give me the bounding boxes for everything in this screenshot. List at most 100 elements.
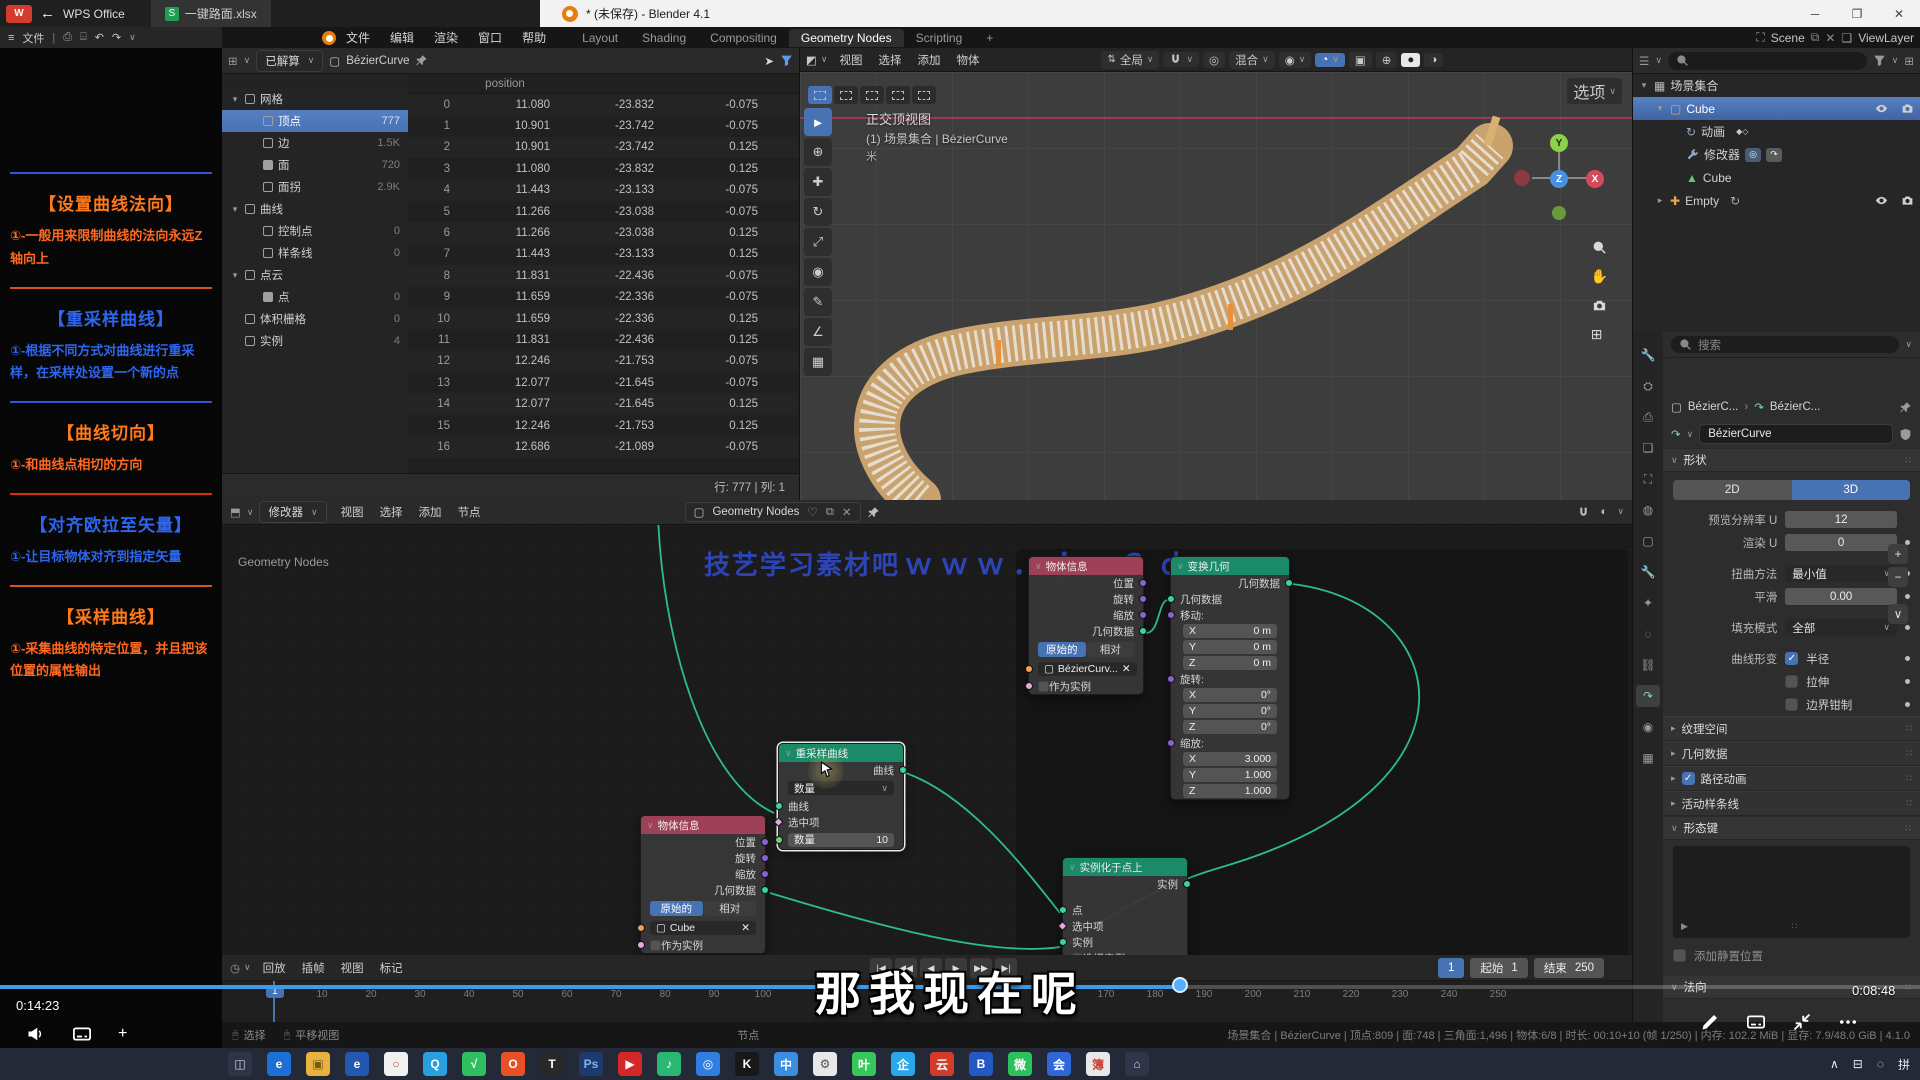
value-field[interactable]: Y0° bbox=[1183, 704, 1277, 718]
taskbar-app-video-app[interactable]: ▶ bbox=[618, 1052, 642, 1076]
node-checkbox[interactable] bbox=[650, 940, 661, 951]
properties-tab-view-layer[interactable]: ❏ bbox=[1636, 437, 1660, 459]
socket-geo[interactable] bbox=[1285, 579, 1293, 587]
relative-button[interactable]: 相对 bbox=[1087, 642, 1135, 657]
add-icon[interactable]: + bbox=[118, 1025, 127, 1043]
properties-tab-particles[interactable]: ✦ bbox=[1636, 592, 1660, 614]
camera-view-icon[interactable] bbox=[1591, 298, 1608, 313]
properties-tab-material[interactable]: ◉ bbox=[1636, 716, 1660, 738]
socket-bool[interactable] bbox=[637, 941, 645, 949]
property-checkbox[interactable]: ✓ bbox=[1785, 652, 1798, 665]
edit-icon[interactable] bbox=[1700, 1012, 1720, 1032]
shapekeys-panel-header[interactable]: ∨形态键∷ bbox=[1663, 816, 1920, 840]
outliner-row-cube[interactable]: ▲Cube bbox=[1633, 166, 1920, 189]
node-header[interactable]: ∨实例化于点上 bbox=[1063, 858, 1187, 876]
shapekeys-list[interactable]: ▶ ∷ bbox=[1673, 846, 1910, 938]
tool-transform[interactable]: ◉ bbox=[804, 258, 832, 286]
taskbar-app-browser-2[interactable]: ○ bbox=[384, 1052, 408, 1076]
tool-scale[interactable]: ⤢ bbox=[804, 228, 832, 256]
taskbar-app-netease-music[interactable]: 云 bbox=[930, 1052, 954, 1076]
relative-button[interactable]: 相对 bbox=[704, 901, 757, 916]
value-field[interactable]: Z0° bbox=[1183, 720, 1277, 734]
cc-icon[interactable] bbox=[1746, 1012, 1766, 1032]
number-field[interactable]: 数量10 bbox=[788, 833, 894, 847]
domain-row-边[interactable]: 边1.5K bbox=[222, 132, 408, 154]
menu-item[interactable]: 视图 bbox=[333, 507, 372, 519]
taskbar-app-t-app[interactable]: T bbox=[540, 1052, 564, 1076]
taskbar-app-k-app[interactable]: K bbox=[735, 1052, 759, 1076]
domain-row-样条线[interactable]: 样条线0 bbox=[222, 242, 408, 264]
property-value-field[interactable]: 0.00 bbox=[1785, 588, 1897, 605]
taskbar-app-music-app[interactable]: ♪ bbox=[657, 1052, 681, 1076]
domain-row-体积栅格[interactable]: 体积栅格0 bbox=[222, 308, 408, 330]
frame-end-field[interactable]: 结束250 bbox=[1534, 958, 1604, 978]
property-dropdown[interactable]: 最小值∨ bbox=[1785, 565, 1897, 582]
scene-name[interactable]: Scene bbox=[1771, 31, 1805, 45]
taskbar-app-edge[interactable]: e bbox=[267, 1052, 291, 1076]
taskbar-app-office-app[interactable]: O bbox=[501, 1052, 525, 1076]
filter-funnel-icon[interactable] bbox=[780, 54, 793, 67]
gizmo-y-axis[interactable]: Y bbox=[1550, 134, 1568, 152]
menu-item[interactable]: 窗口 bbox=[468, 31, 512, 45]
navigation-gizmo[interactable]: Y Z X bbox=[1514, 134, 1604, 224]
maximize-button[interactable]: ❐ bbox=[1836, 0, 1878, 27]
table-row[interactable]: 511.266-23.038-0.075 bbox=[408, 201, 799, 222]
socket-geo[interactable] bbox=[761, 886, 769, 894]
eye-icon[interactable] bbox=[1875, 102, 1888, 115]
table-row[interactable]: 411.443-23.133-0.075 bbox=[408, 180, 799, 201]
gizmo-x-negative[interactable] bbox=[1514, 170, 1530, 186]
socket-obj[interactable] bbox=[1025, 665, 1033, 673]
taskbar-app-qq-browser[interactable]: Q bbox=[423, 1052, 447, 1076]
redo-icon[interactable]: ↷ bbox=[112, 31, 121, 44]
object-field[interactable]: ▢BézierCurv...✕ bbox=[1038, 662, 1137, 676]
table-row[interactable]: 1412.077-21.6450.125 bbox=[408, 393, 799, 414]
workspace-add-button[interactable]: + bbox=[974, 29, 1005, 47]
properties-tab-world[interactable]: ◍ bbox=[1636, 499, 1660, 521]
select-set-button[interactable] bbox=[808, 86, 832, 104]
tool-annotate[interactable]: ✎ bbox=[804, 288, 832, 316]
editor-type-icon[interactable]: ☰ bbox=[1639, 54, 1649, 68]
camera-icon[interactable] bbox=[1901, 102, 1914, 115]
grid-toggle-icon[interactable]: ⊞ bbox=[1591, 326, 1608, 343]
node-dropdown[interactable]: 数量∨ bbox=[788, 781, 894, 795]
socket-obj[interactable] bbox=[637, 924, 645, 932]
table-row[interactable]: 1312.077-21.645-0.075 bbox=[408, 372, 799, 393]
zoom-icon[interactable] bbox=[1591, 240, 1608, 255]
collapse-icon[interactable]: ∨ bbox=[1177, 561, 1184, 572]
node-canvas[interactable]: Geometry Nodes 技艺学习素材吧 ｗｗｗ．ｊｙ３ｄ．ｃｎ ∨物体信息… bbox=[222, 525, 1632, 955]
taskbar-app-photoshop[interactable]: Ps bbox=[579, 1052, 603, 1076]
filter-funnel-icon[interactable] bbox=[1873, 54, 1886, 67]
select-extend-button[interactable] bbox=[834, 86, 858, 104]
editor-type-icon[interactable]: ⊞ bbox=[228, 54, 238, 68]
property-value-field[interactable]: 0 bbox=[1785, 534, 1897, 551]
taskbar-app-settings[interactable]: ⚙ bbox=[813, 1052, 837, 1076]
tool-select-box[interactable]: ► bbox=[804, 108, 832, 136]
pin-icon[interactable] bbox=[415, 54, 428, 67]
vector-component-row[interactable]: X3.000 bbox=[1171, 751, 1289, 767]
socket-geo[interactable] bbox=[1139, 627, 1147, 635]
value-field[interactable]: X0° bbox=[1183, 688, 1277, 702]
node-transform-geometry[interactable]: ∨变换几何几何数据几何数据移动:X0 mY0 mZ0 m旋转:X0°Y0°Z0°… bbox=[1170, 556, 1290, 800]
outliner-row-修改器[interactable]: 修改器◎↷ bbox=[1633, 143, 1920, 166]
chevron-down-icon[interactable]: ∨ bbox=[129, 32, 136, 43]
clear-icon[interactable]: ✕ bbox=[1122, 663, 1131, 675]
shading-material[interactable]: ◑ bbox=[1424, 53, 1443, 67]
domain-row-控制点[interactable]: 控制点0 bbox=[222, 220, 408, 242]
collapse-icon[interactable]: ∨ bbox=[785, 748, 792, 759]
gizmo-x-axis[interactable]: X bbox=[1586, 170, 1604, 188]
collapse-icon[interactable]: ∨ bbox=[1035, 561, 1042, 572]
current-frame-field[interactable]: 1 bbox=[1438, 958, 1464, 978]
properties-tab-scene[interactable]: ⛶ bbox=[1636, 468, 1660, 490]
taskbar-app-green-app[interactable]: √ bbox=[462, 1052, 486, 1076]
taskbar-app-leaf-app[interactable]: 叶 bbox=[852, 1052, 876, 1076]
tool-add-cube[interactable]: ▦ bbox=[804, 348, 832, 376]
outliner-row-动画[interactable]: ↻动画◆◇ bbox=[1633, 120, 1920, 143]
wps-tool-icon[interactable]: ⎙ bbox=[63, 31, 72, 44]
node-instance-on-points[interactable]: ∨实例化于点上实例点选中项实例选择实例 bbox=[1062, 857, 1188, 955]
menu-item[interactable]: 视图 bbox=[333, 963, 372, 975]
menu-item[interactable]: 添加 bbox=[411, 507, 450, 519]
value-field[interactable]: Y0 m bbox=[1183, 640, 1277, 654]
node-checkbox[interactable] bbox=[1038, 681, 1049, 692]
property-checkbox[interactable] bbox=[1785, 698, 1798, 711]
snap-button[interactable]: ∨ bbox=[1163, 52, 1199, 67]
